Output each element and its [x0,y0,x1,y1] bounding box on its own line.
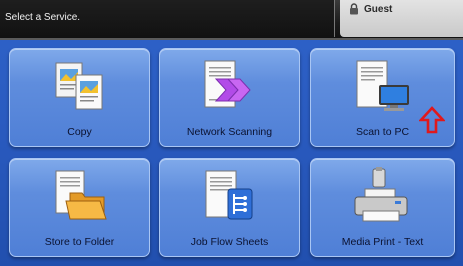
user-login-button[interactable]: Guest [340,0,463,37]
top-bar: Select a Service. Guest [0,0,463,40]
service-prompt: Select a Service. [0,0,335,37]
media-print-text-label: Media Print - Text [341,236,424,248]
copy-button[interactable]: Copy [9,48,150,147]
job-flow-sheets-icon [205,170,253,220]
job-flow-sheets-label: Job Flow Sheets [190,236,269,248]
store-to-folder-label: Store to Folder [44,236,115,248]
job-flow-sheets-button[interactable]: Job Flow Sheets [159,158,300,257]
network-scanning-button[interactable]: Network Scanning [159,48,300,147]
media-print-text-button[interactable]: Media Print - Text [310,158,455,257]
copy-label: Copy [67,126,92,138]
network-scanning-icon [204,60,251,108]
copy-icon [55,62,103,110]
lock-icon [350,3,358,15]
prompt-text: Select a Service. [5,12,81,23]
store-to-folder-icon [55,170,107,220]
user-label: Guest [364,4,393,15]
network-scanning-label: Network Scanning [186,126,273,138]
media-print-icon [354,167,408,222]
store-to-folder-button[interactable]: Store to Folder [9,158,150,257]
red-up-arrow-icon [419,106,445,134]
scan-to-pc-icon [356,60,409,111]
